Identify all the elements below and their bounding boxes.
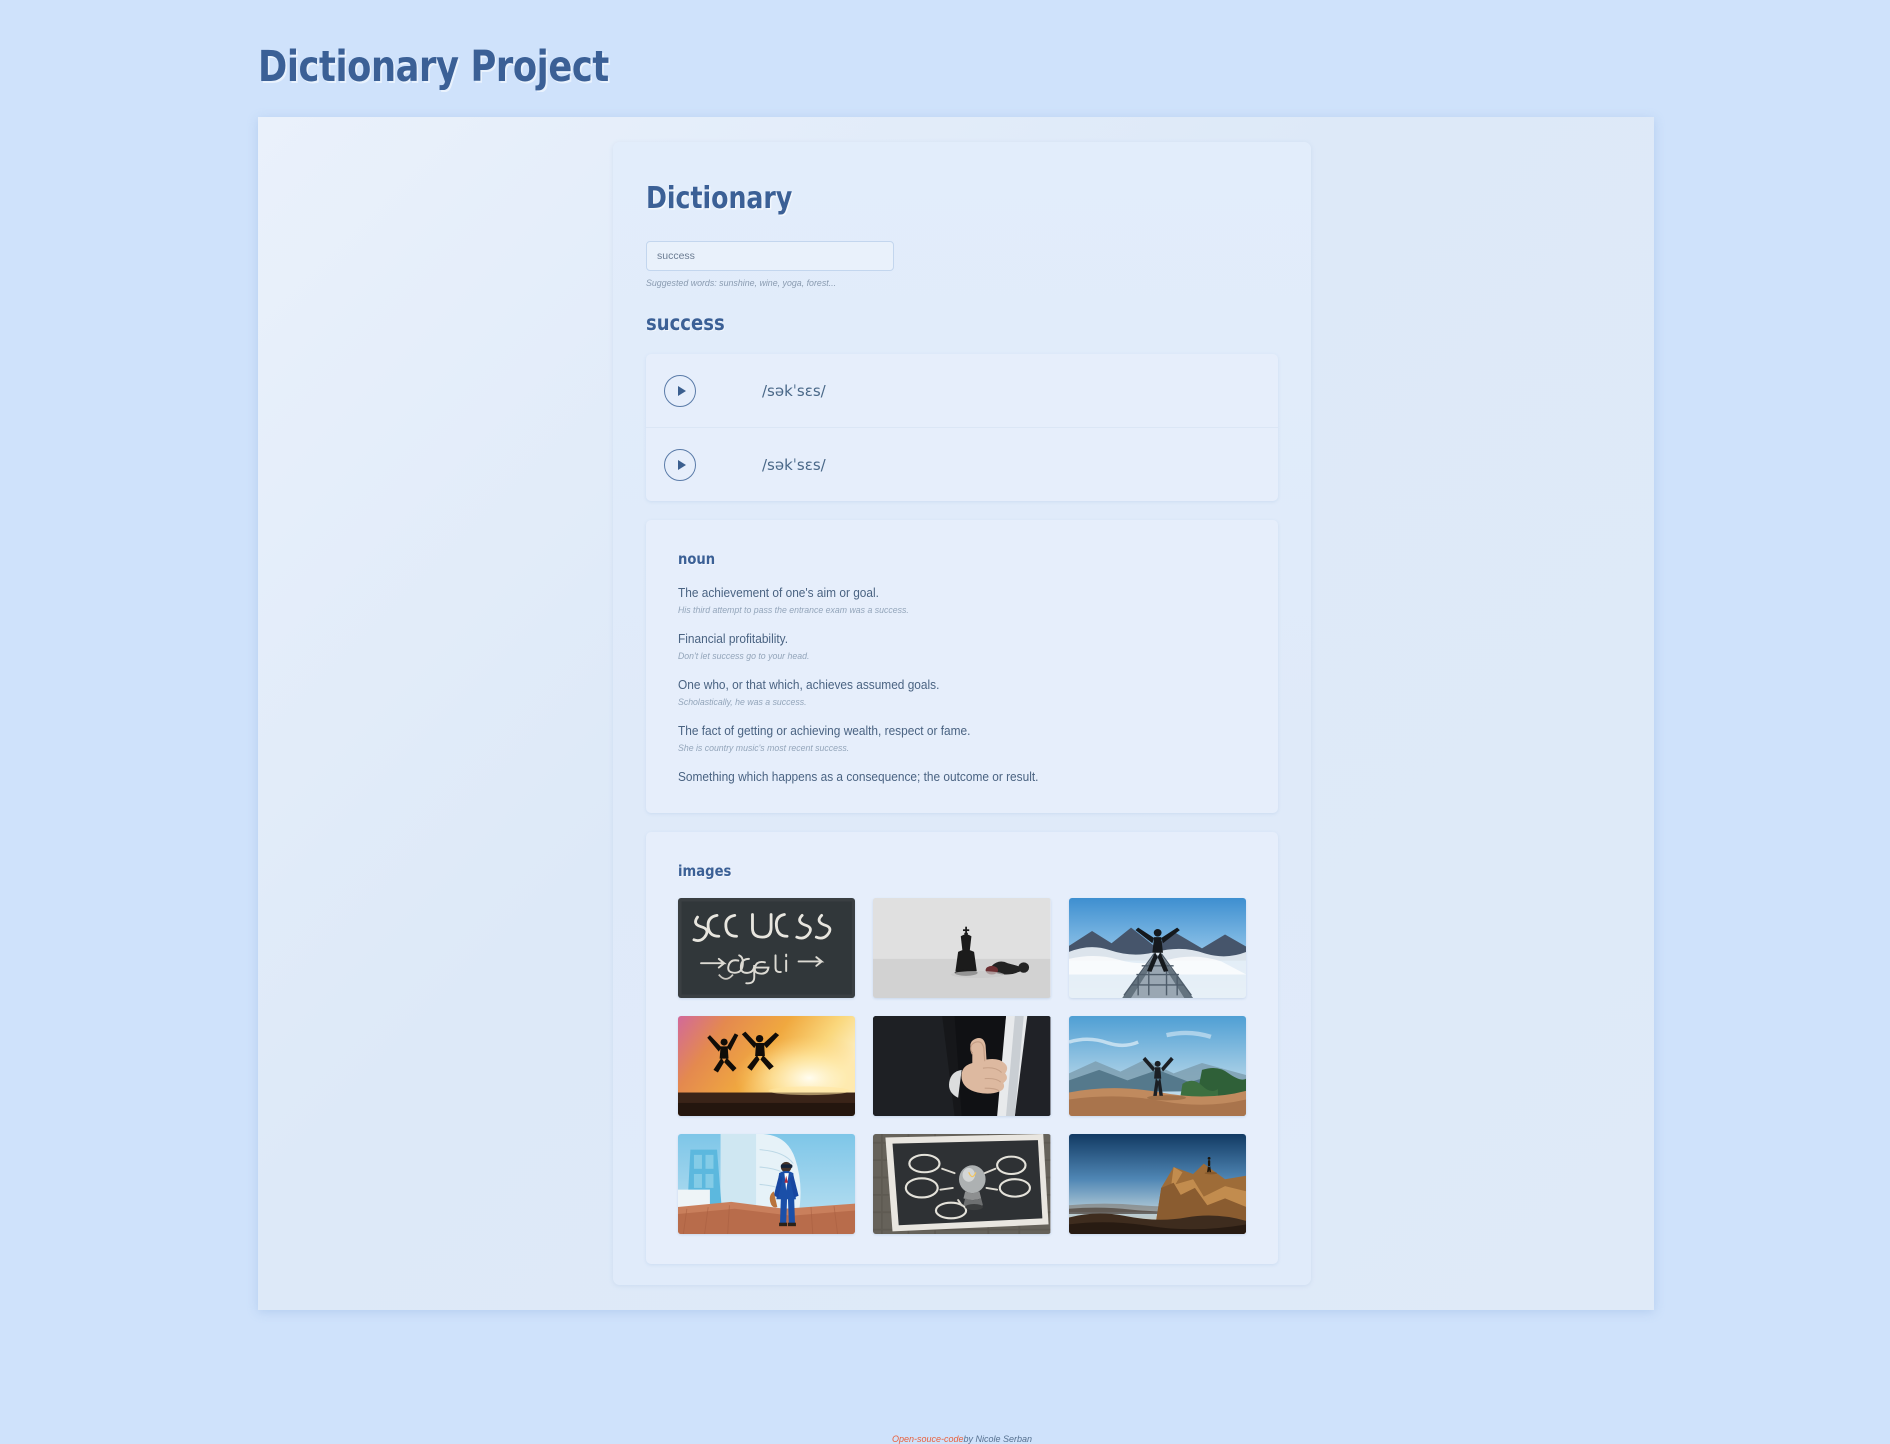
image-thumbnail-mountain-ridge-celebration[interactable] bbox=[1068, 1016, 1246, 1117]
definition-example: Scholastically, he was a success. bbox=[678, 696, 807, 708]
image-thumbnail-chess-pieces[interactable] bbox=[873, 898, 1051, 999]
definition-text: One who, or that which, achieves assumed… bbox=[678, 677, 940, 692]
footer: Open-souce-codeby Nicole Serban bbox=[613, 1434, 1311, 1444]
open-source-code-link[interactable]: Open-souce-code bbox=[892, 1434, 964, 1444]
images-heading: images bbox=[678, 862, 732, 881]
definition-example: She is country music's most recent succe… bbox=[678, 742, 850, 754]
image-thumbnail-lightbulb-chalkboard[interactable] bbox=[873, 1134, 1051, 1235]
definition-item: The achievement of one's aim or goal. Hi… bbox=[678, 585, 1246, 616]
phonetic-row: /səkˈsɛs/ bbox=[646, 354, 1278, 428]
definition-item: Financial profitability. Don't let succe… bbox=[678, 631, 1246, 662]
phonetic-row: /səkˈsɛs/ bbox=[646, 428, 1278, 501]
meanings-panel: noun The achievement of one's aim or goa… bbox=[646, 520, 1278, 814]
image-thumbnail-rocky-summit[interactable] bbox=[1068, 1134, 1246, 1235]
play-triangle-icon bbox=[677, 459, 686, 470]
dictionary-card: Dictionary Suggested words: sunshine, wi… bbox=[613, 142, 1311, 1444]
definition-text: The achievement of one's aim or goal. bbox=[678, 586, 879, 600]
phonetics-panel: /səkˈsɛs/ /səkˈsɛs/ bbox=[646, 354, 1278, 501]
result-word: success bbox=[646, 311, 725, 335]
image-thumbnail-man-blue-suit[interactable] bbox=[678, 1134, 856, 1235]
dictionary-heading: Dictionary bbox=[646, 181, 793, 216]
definition-text: Financial profitability. bbox=[678, 631, 789, 646]
definition-text: Something which happens as a consequence… bbox=[678, 769, 1039, 784]
search-input[interactable] bbox=[646, 241, 894, 271]
phonetic-text: /səkˈsɛs/ bbox=[762, 455, 826, 474]
card-content: Dictionary Suggested words: sunshine, wi… bbox=[646, 181, 1278, 1265]
image-thumbnail-skybridge-celebration[interactable] bbox=[1068, 898, 1246, 999]
definition-example: His third attempt to pass the entrance e… bbox=[678, 604, 909, 616]
image-thumbnail-sunset-jumpers[interactable] bbox=[678, 1016, 856, 1117]
play-icon[interactable] bbox=[664, 448, 696, 481]
footer-author: by Nicole Serban bbox=[963, 1434, 1033, 1444]
page-title: Dictionary Project bbox=[258, 42, 609, 92]
part-of-speech: noun bbox=[678, 550, 716, 568]
phonetic-text: /səkˈsɛs/ bbox=[762, 381, 826, 400]
definition-text: The fact of getting or achieving wealth,… bbox=[678, 723, 971, 738]
definition-example: Don't let success go to your head. bbox=[678, 650, 810, 662]
definition-item: One who, or that which, achieves assumed… bbox=[678, 677, 1246, 708]
definition-item: The fact of getting or achieving wealth,… bbox=[678, 723, 1246, 754]
image-thumbnail-chalkboard-success[interactable] bbox=[678, 898, 856, 999]
play-triangle-icon bbox=[677, 385, 686, 396]
image-thumbnail-thumbs-up-suit[interactable] bbox=[873, 1016, 1051, 1117]
play-icon[interactable] bbox=[664, 374, 696, 407]
definition-item: Something which happens as a consequence… bbox=[678, 769, 1246, 786]
suggested-words-hint: Suggested words: sunshine, wine, yoga, f… bbox=[646, 278, 837, 289]
images-panel: images bbox=[646, 832, 1278, 1265]
images-grid bbox=[678, 898, 1246, 1235]
